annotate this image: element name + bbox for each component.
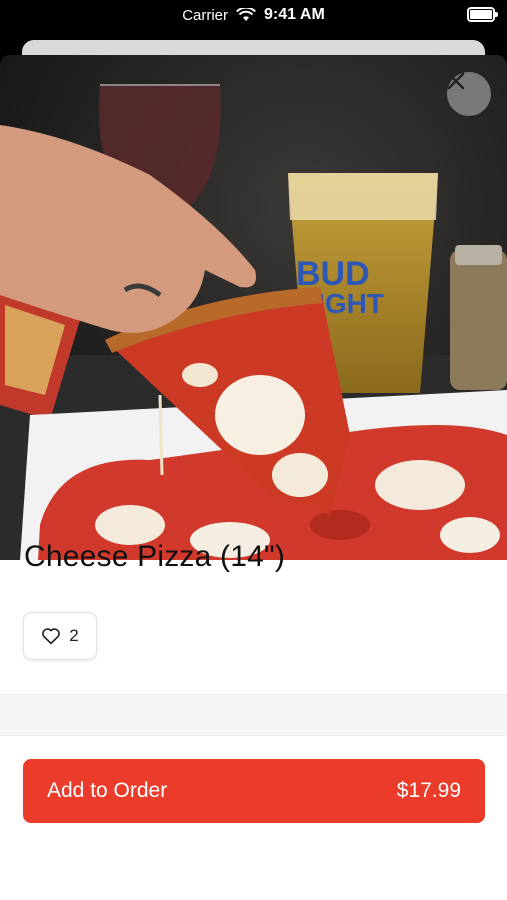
pizza-photo-icon: BUD LIGHT bbox=[0, 55, 507, 560]
add-to-order-button[interactable]: Add to Order $17.99 bbox=[23, 759, 485, 823]
item-title: Cheese Pizza (14") bbox=[24, 540, 286, 573]
wifi-icon bbox=[236, 8, 256, 21]
like-count: 2 bbox=[69, 626, 79, 645]
close-button[interactable] bbox=[447, 72, 491, 116]
battery-icon bbox=[467, 7, 498, 22]
status-time: 9:41 AM bbox=[264, 6, 325, 23]
status-bar: Carrier 9:41 AM bbox=[0, 0, 507, 32]
like-button[interactable]: 2 bbox=[23, 612, 97, 660]
status-center: Carrier 9:41 AM bbox=[0, 6, 507, 24]
close-icon bbox=[447, 72, 465, 90]
heart-icon bbox=[42, 628, 61, 645]
item-detail-sheet: BUD LIGHT Cheese Pizza (14") 2 Add to Or… bbox=[0, 55, 507, 900]
section-divider bbox=[0, 694, 507, 736]
item-photo: BUD LIGHT bbox=[0, 55, 507, 560]
price-label: $17.99 bbox=[396, 779, 461, 802]
add-to-order-label: Add to Order bbox=[47, 779, 168, 802]
carrier-label: Carrier bbox=[182, 6, 229, 24]
